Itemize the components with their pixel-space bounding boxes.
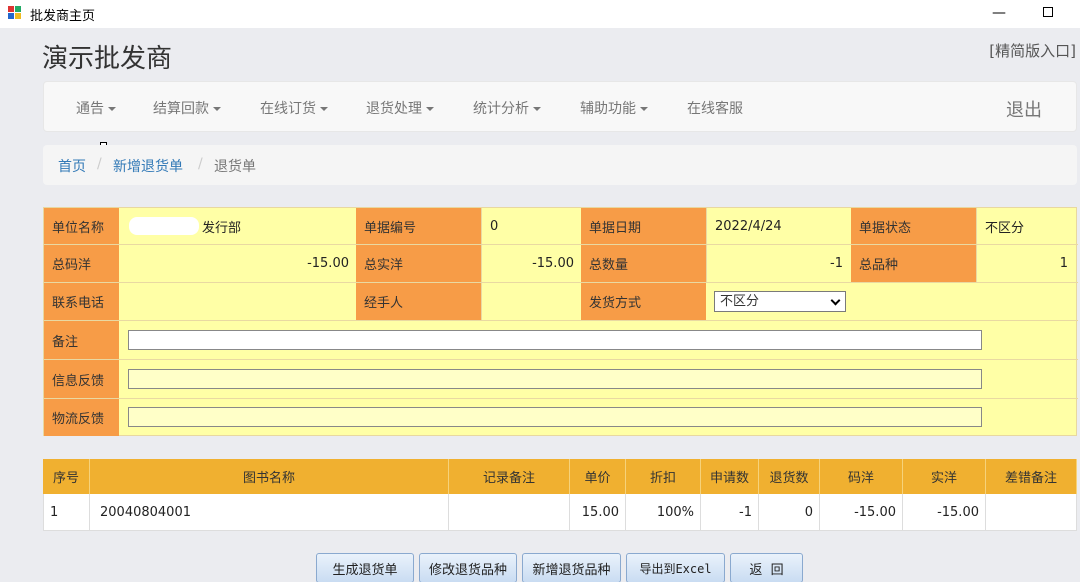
column-header: 折扣 xyxy=(626,459,701,494)
column-header: 图书名称 xyxy=(90,459,449,494)
nav-online-service[interactable]: 在线客服 xyxy=(687,98,743,118)
label-unit: 单位名称 xyxy=(44,208,119,244)
chevron-down-icon xyxy=(213,107,221,111)
app-title: 演示批发商 xyxy=(42,44,173,74)
chevron-down-icon xyxy=(320,107,328,111)
breadcrumb-current: 退货单 xyxy=(214,159,256,175)
table-cell xyxy=(449,494,570,531)
logout-link[interactable]: 退出 xyxy=(1006,96,1042,122)
breadcrumb-separator: / xyxy=(97,156,102,172)
nav-label: 在线订货 xyxy=(260,101,316,117)
column-header: 退货数 xyxy=(759,459,820,494)
nav-label: 辅助功能 xyxy=(580,101,636,117)
nav-online-order[interactable]: 在线订货 xyxy=(260,98,328,118)
nav-return-processing[interactable]: 退货处理 xyxy=(366,98,434,118)
generate-return-button[interactable]: 生成退货单 xyxy=(316,553,414,582)
breadcrumb-home[interactable]: 首页 xyxy=(58,156,86,176)
label-total-qty: 总数量 xyxy=(581,245,706,282)
row-divider xyxy=(44,282,1078,283)
ship-method-select[interactable]: 不区分 xyxy=(714,291,846,312)
value-doc-date: 2022/4/24 xyxy=(715,218,782,234)
nav-label: 通告 xyxy=(76,101,104,117)
label-total-code: 总码洋 xyxy=(44,245,119,282)
value-total-qty: -1 xyxy=(830,256,843,271)
column-header: 序号 xyxy=(43,459,90,494)
minimize-button[interactable]: — xyxy=(984,2,1014,24)
label-doc-no: 单据编号 xyxy=(356,208,481,244)
nav-label: 在线客服 xyxy=(687,101,743,117)
chevron-down-icon xyxy=(640,107,648,111)
window-titlebar: 批发商主页 — xyxy=(0,0,1080,28)
nav-announcements[interactable]: 通告 xyxy=(76,98,116,118)
row-divider xyxy=(44,359,1078,360)
return-items-table: 序号 图书名称 记录备注 单价 折扣 申请数 退货数 码洋 实洋 差错备注 1 … xyxy=(43,459,1077,531)
value-total-real: -15.00 xyxy=(532,256,574,271)
label-doc-date: 单据日期 xyxy=(581,208,706,244)
row-divider xyxy=(44,398,1078,399)
table-cell: -1 xyxy=(701,494,759,531)
chevron-down-icon xyxy=(533,107,541,111)
label-logistics-feedback: 物流反馈 xyxy=(44,399,119,436)
label-info-feedback: 信息反馈 xyxy=(44,360,119,398)
window-title: 批发商主页 xyxy=(30,9,96,24)
redacted-area xyxy=(129,217,199,235)
add-return-item-button[interactable]: 新增退货品种 xyxy=(522,553,621,582)
column-header: 差错备注 xyxy=(986,459,1077,494)
nav-label: 统计分析 xyxy=(473,101,529,117)
nav-label: 结算回款 xyxy=(153,101,209,117)
column-header: 单价 xyxy=(570,459,626,494)
column-header: 码洋 xyxy=(820,459,903,494)
value-total-code: -15.00 xyxy=(307,256,349,271)
main-navbar: 通告 结算回款 在线订货 退货处理 统计分析 辅助功能 在线客服 退出 xyxy=(43,81,1077,132)
simple-version-link[interactable]: [精简版入口] xyxy=(989,40,1076,61)
label-phone: 联系电话 xyxy=(44,283,119,320)
label-total-real: 总实洋 xyxy=(356,245,481,282)
column-header: 记录备注 xyxy=(449,459,570,494)
breadcrumb-new-return[interactable]: 新增退货单 xyxy=(113,156,183,176)
nav-aux-functions[interactable]: 辅助功能 xyxy=(580,98,648,118)
ship-method-value: 不区分 xyxy=(720,294,760,309)
nav-label: 退货处理 xyxy=(366,101,422,117)
chevron-down-icon xyxy=(426,107,434,111)
table-cell: 0 xyxy=(759,494,820,531)
info-feedback-input[interactable] xyxy=(128,369,982,389)
remark-input[interactable] xyxy=(128,330,982,350)
label-handler: 经手人 xyxy=(356,283,481,320)
value-doc-status: 不区分 xyxy=(985,220,1025,236)
label-doc-status: 单据状态 xyxy=(851,208,976,244)
table-cell: 15.00 xyxy=(570,494,626,531)
minimize-icon: — xyxy=(992,5,1006,21)
table-cell xyxy=(986,494,1077,531)
maximize-icon xyxy=(1043,7,1053,17)
breadcrumb-separator: / xyxy=(198,156,203,172)
table-cell[interactable]: 20040804001 xyxy=(90,494,449,531)
label-ship-method: 发货方式 xyxy=(581,283,706,320)
value-total-kinds: 1 xyxy=(1059,256,1068,271)
export-excel-button[interactable]: 导出到Excel xyxy=(626,553,725,582)
chevron-down-icon xyxy=(108,107,116,111)
nav-statistics[interactable]: 统计分析 xyxy=(473,98,541,118)
modify-return-item-button[interactable]: 修改退货品种 xyxy=(419,553,517,582)
column-header: 实洋 xyxy=(903,459,986,494)
column-header: 申请数 xyxy=(701,459,759,494)
value-unit: 发行部 xyxy=(202,220,242,236)
table-cell: 100% xyxy=(626,494,701,531)
back-button[interactable]: 返 回 xyxy=(730,553,803,582)
table-cell: 1 xyxy=(43,494,90,531)
return-form: 单位名称 发行部 单据编号 0 单据日期 2022/4/24 单据状态 不区分 … xyxy=(43,207,1078,436)
app-icon xyxy=(8,6,22,20)
breadcrumb: 首页 / 新增退货单 / 退货单 xyxy=(43,145,1077,185)
value-doc-no: 0 xyxy=(490,218,499,234)
maximize-button[interactable] xyxy=(1033,2,1063,24)
label-total-kinds: 总品种 xyxy=(851,245,976,282)
label-remark: 备注 xyxy=(44,321,119,359)
chevron-down-icon xyxy=(830,295,841,306)
logistics-feedback-input[interactable] xyxy=(128,407,982,427)
table-cell: -15.00 xyxy=(903,494,986,531)
nav-settlement[interactable]: 结算回款 xyxy=(153,98,221,118)
row-divider xyxy=(44,320,1078,321)
table-cell: -15.00 xyxy=(820,494,903,531)
